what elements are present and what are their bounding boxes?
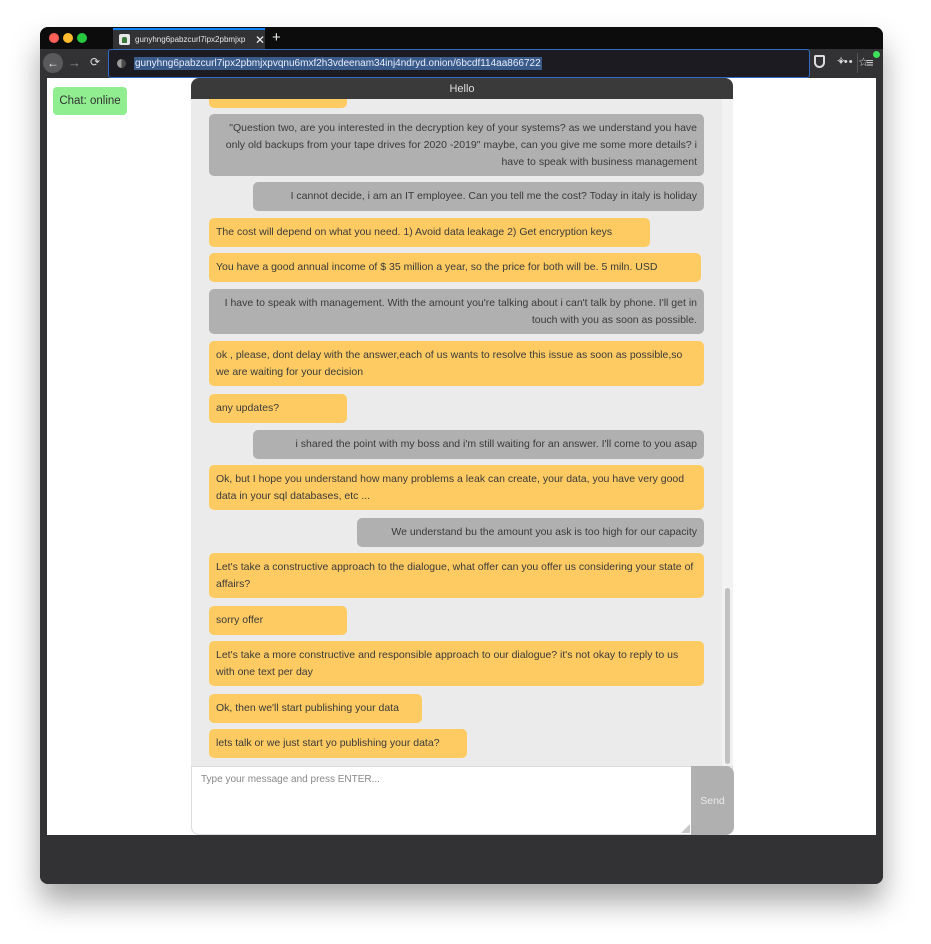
minimize-window-button[interactable] [63,33,73,43]
back-button[interactable]: ← [43,53,63,73]
chat-panel: Hello "Question two, are you interested … [191,78,734,835]
message-bubble-received: lets talk or we just start yo publishing… [209,729,467,758]
message-bubble-received: any updates? [209,394,347,423]
resize-handle-icon[interactable] [681,824,690,833]
window-bottom-bar [40,835,883,884]
update-badge-icon [873,51,880,58]
title-bar: gunyhng6pabzcurl7ipx2pbmjxp ✕ + [40,27,883,49]
message-bubble-received: Ok, but I hope you understand how many p… [209,465,704,510]
chat-title: Hello [191,78,733,99]
message-bubble-sent: I cannot decide, i am an IT employee. Ca… [253,182,704,211]
send-button[interactable]: Send [691,766,734,835]
message-bubble-received: sorry offer [209,606,347,635]
chat-messages[interactable]: "Question two, are you interested in the… [191,99,733,766]
hamburger-menu-icon[interactable]: ≡ [866,55,874,70]
message-bubble-received: Let's take a constructive approach to th… [209,553,704,598]
url-text[interactable]: gunyhng6pabzcurl7ipx2pbmjxpvqnu6mxf2h3vd… [134,57,542,70]
message-composer: Send [191,766,734,835]
close-tab-icon[interactable]: ✕ [255,33,265,47]
close-window-button[interactable] [49,33,59,43]
message-bubble-sent: We understand bu the amount you ask is t… [357,518,704,547]
new-identity-sweep-icon[interactable]: ✧ [836,54,846,68]
message-bubble-received [209,99,347,108]
message-bubble-received: The cost will depend on what you need. 1… [209,218,650,247]
address-bar[interactable]: gunyhng6pabzcurl7ipx2pbmjxpvqnu6mxf2h3vd… [108,49,869,78]
forward-button[interactable]: → [68,55,81,70]
message-bubble-received: You have a good annual income of $ 35 mi… [209,253,701,282]
tab-title: gunyhng6pabzcurl7ipx2pbmjxp [135,35,246,44]
message-input[interactable] [192,767,691,834]
navigation-bar: ← → ⟳ gunyhng6pabzcurl7ipx2pbmjxpvqnu6mx… [40,49,883,78]
shield-icon[interactable] [814,55,825,68]
chat-status-badge: Chat: online [53,87,127,115]
site-info-icon[interactable] [117,59,126,68]
browser-window: gunyhng6pabzcurl7ipx2pbmjxp ✕ + ← → ⟳ gu… [40,27,883,884]
message-bubble-received: Ok, then we'll start publishing your dat… [209,694,422,723]
message-bubble-sent: "Question two, are you interested in the… [209,114,704,176]
message-bubble-received: Let's take a more constructive and respo… [209,641,704,686]
maximize-window-button[interactable] [77,33,87,43]
reload-button[interactable]: ⟳ [90,55,100,69]
browser-tab[interactable]: gunyhng6pabzcurl7ipx2pbmjxp ✕ [113,28,265,49]
message-bubble-received: ok , please, dont delay with the answer,… [209,341,704,386]
site-favicon-icon [119,34,130,45]
message-bubble-sent: I have to speak with management. With th… [209,289,704,334]
toolbar-divider [857,53,858,73]
new-tab-button[interactable]: + [272,29,281,46]
scrollbar-thumb[interactable] [725,588,730,764]
message-bubble-sent: i shared the point with my boss and i'm … [253,430,704,459]
page-content: Chat: online Hello "Question two, are yo… [47,78,876,835]
